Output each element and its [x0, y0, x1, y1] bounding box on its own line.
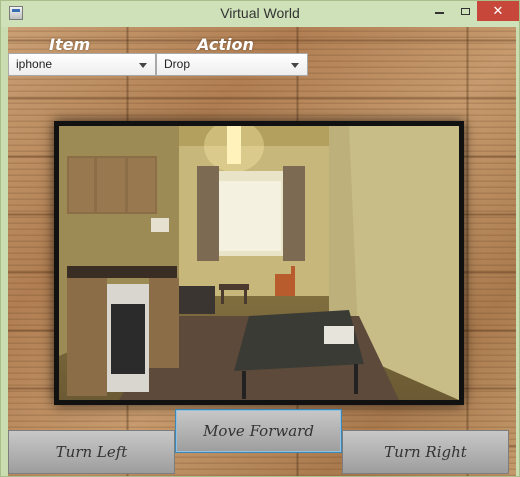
- minimize-button[interactable]: [425, 1, 453, 21]
- maximize-icon: [460, 7, 470, 15]
- move-forward-button[interactable]: Move Forward: [175, 409, 342, 453]
- action-label: Action: [197, 35, 254, 54]
- action-select[interactable]: Drop: [156, 53, 308, 76]
- item-label: Item: [49, 35, 91, 54]
- room-image-frame: [54, 121, 464, 405]
- chevron-down-icon: [291, 63, 299, 68]
- close-icon: ✕: [492, 3, 504, 19]
- close-button[interactable]: ✕: [477, 1, 519, 21]
- turn-right-button[interactable]: Turn Right: [342, 430, 509, 474]
- app-window: Virtual World ✕ Item Action iphone Drop: [0, 0, 520, 477]
- maximize-button[interactable]: [453, 1, 477, 21]
- turn-left-button[interactable]: Turn Left: [8, 430, 175, 474]
- room-illustration: [59, 126, 459, 400]
- content-pane: Item Action iphone Drop Turn Left Move F…: [8, 27, 516, 476]
- title-bar[interactable]: Virtual World ✕: [1, 1, 519, 27]
- room-photo: [59, 126, 459, 400]
- item-select-value: iphone: [16, 57, 53, 71]
- action-select-value: Drop: [164, 57, 191, 71]
- item-select[interactable]: iphone: [8, 53, 156, 76]
- minimize-icon: [434, 12, 444, 14]
- chevron-down-icon: [139, 63, 147, 68]
